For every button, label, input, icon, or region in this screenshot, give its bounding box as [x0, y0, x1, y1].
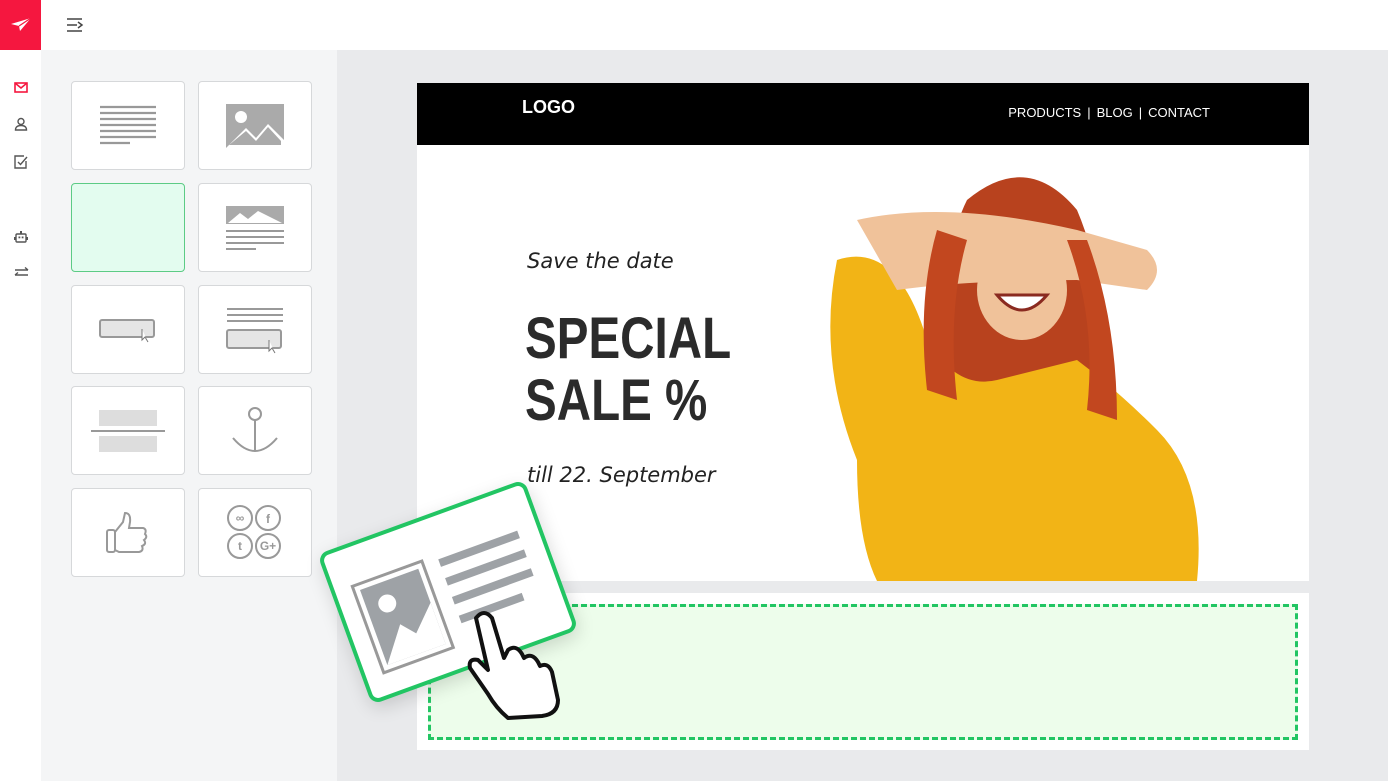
- email-header: LOGO PRODUCTS | BLOG | CONTACT: [417, 83, 1309, 145]
- hand-cursor-icon: [467, 611, 560, 720]
- top-bar: [41, 0, 1388, 50]
- paper-plane-icon: [10, 18, 31, 31]
- hero-headline: SPECIAL SALE %: [525, 306, 732, 433]
- email-hero: Save the date SPECIAL SALE % till 22. Sep…: [417, 145, 1309, 581]
- block-anchor[interactable]: [198, 386, 312, 475]
- block-like[interactable]: [71, 488, 185, 577]
- block-button[interactable]: [71, 285, 185, 374]
- block-text[interactable]: [71, 81, 185, 170]
- nav-products[interactable]: PRODUCTS: [1008, 105, 1081, 120]
- sync-arrows-icon[interactable]: [11, 262, 31, 282]
- robot-icon[interactable]: [11, 227, 31, 247]
- svg-text:∞: ∞: [236, 511, 245, 525]
- menu-collapse-icon[interactable]: [66, 17, 84, 38]
- brand-logo[interactable]: [0, 0, 41, 50]
- left-rail: [0, 0, 41, 781]
- email-nav: PRODUCTS | BLOG | CONTACT: [1008, 105, 1210, 120]
- email-preview: LOGO PRODUCTS | BLOG | CONTACT Save the da…: [417, 83, 1309, 581]
- hero-photo: [830, 177, 1199, 581]
- hero-kicker: Save the date: [527, 249, 674, 273]
- email-logo: LOGO: [522, 97, 575, 117]
- block-image[interactable]: [198, 81, 312, 170]
- block-text-button[interactable]: [198, 285, 312, 374]
- block-social[interactable]: f G+ t ∞: [198, 488, 312, 577]
- svg-text:G+: G+: [260, 539, 276, 553]
- svg-text:f: f: [266, 512, 271, 526]
- block-empty-selected[interactable]: [71, 183, 185, 272]
- checkbox-icon[interactable]: [11, 152, 31, 172]
- nav-contact[interactable]: CONTACT: [1148, 105, 1210, 120]
- block-divider[interactable]: [71, 386, 185, 475]
- block-image-text[interactable]: [198, 183, 312, 272]
- svg-text:t: t: [238, 539, 242, 553]
- hero-date: till 22. September: [527, 463, 716, 487]
- user-icon[interactable]: [11, 114, 31, 134]
- mail-icon[interactable]: [11, 77, 31, 97]
- nav-blog[interactable]: BLOG: [1097, 105, 1133, 120]
